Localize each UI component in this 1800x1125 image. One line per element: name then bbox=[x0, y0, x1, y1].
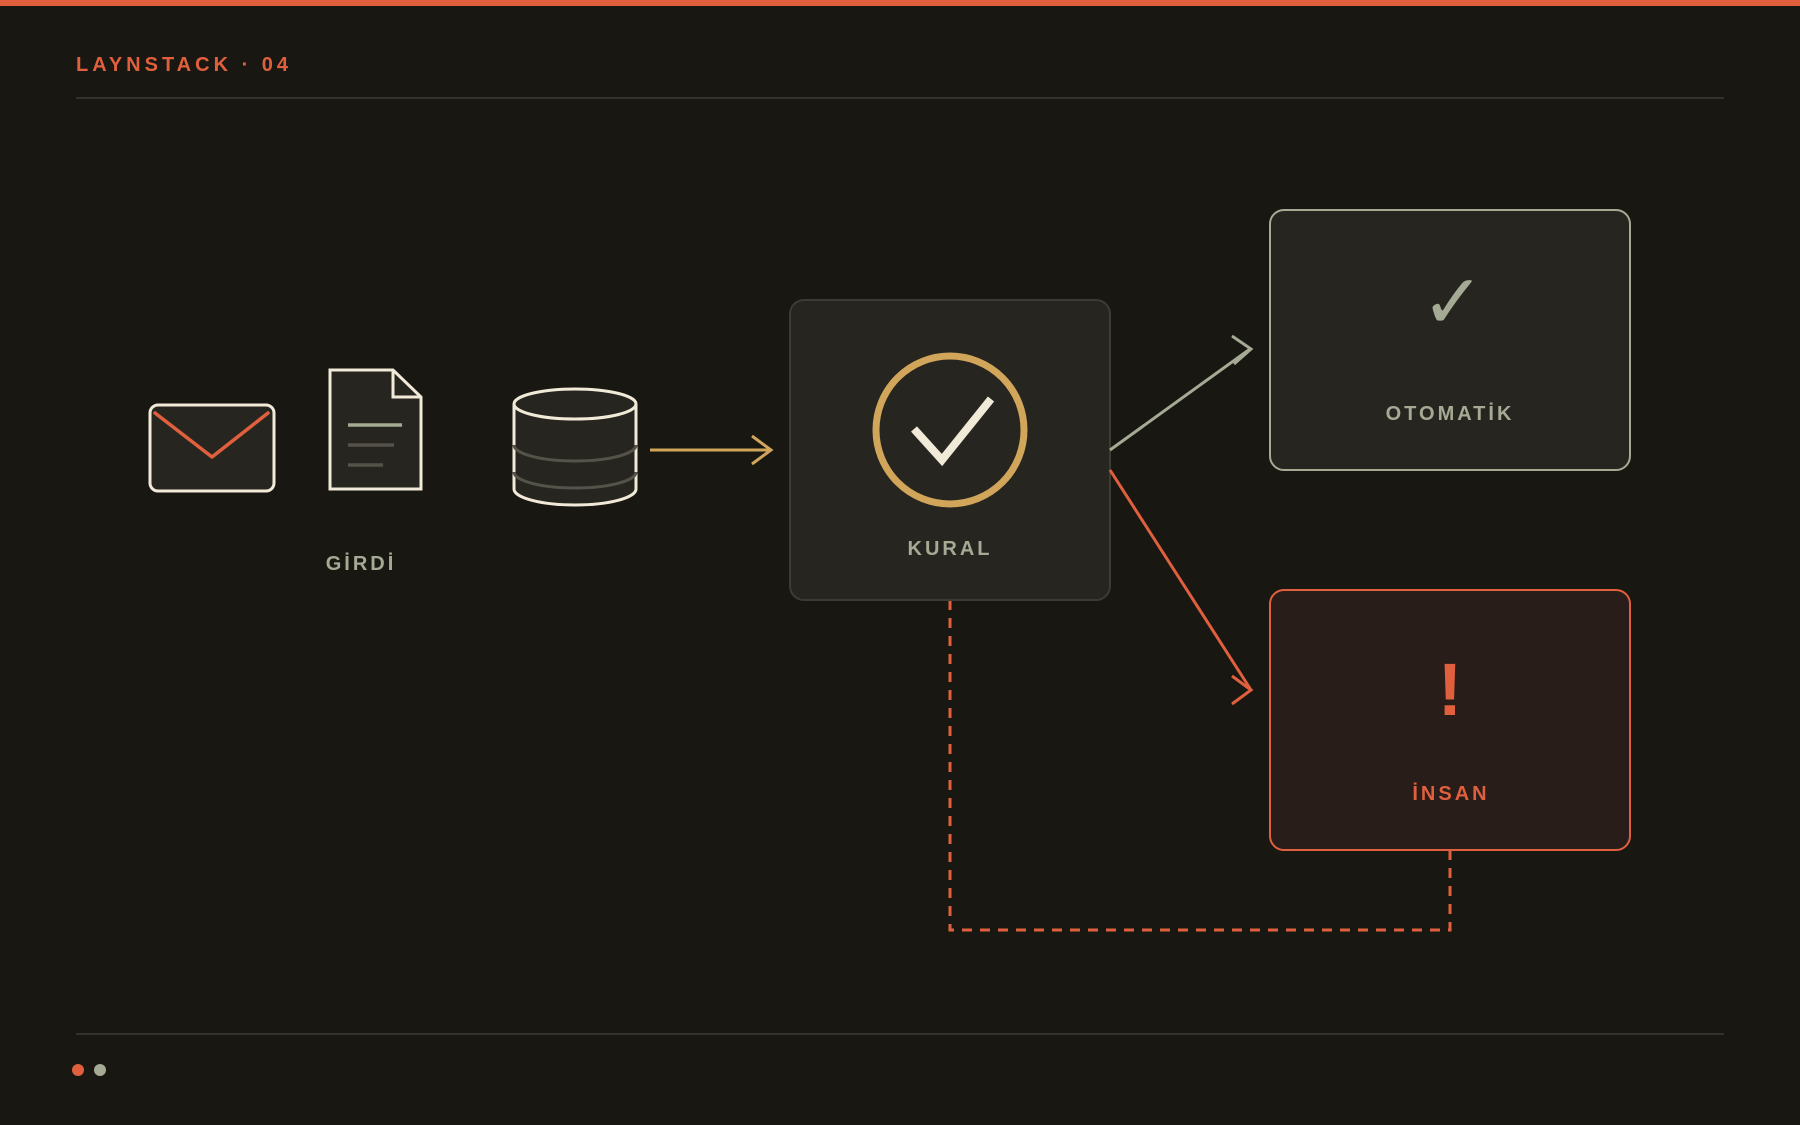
input-label: GİRDİ bbox=[326, 552, 397, 575]
document-icon bbox=[328, 368, 423, 491]
human-node: ! İNSAN bbox=[1269, 589, 1631, 851]
rule-label: KURAL bbox=[908, 538, 993, 560]
footer-divider bbox=[76, 1033, 1724, 1035]
input-to-rule-arrow bbox=[650, 434, 774, 466]
human-alert-icon: ! bbox=[1438, 648, 1463, 731]
rule-to-human-arrow bbox=[1108, 469, 1254, 706]
auto-node: ✓ OTOMATİK bbox=[1269, 209, 1631, 471]
pager-dot-active[interactable] bbox=[72, 1064, 84, 1076]
human-label: İNSAN bbox=[1412, 782, 1489, 805]
workflow-diagram: GİRDİ KURAL ✓ OTOMATİK ! İNSAN bbox=[148, 209, 1631, 932]
database-icon bbox=[512, 387, 638, 507]
rule-to-auto-arrow bbox=[1109, 334, 1254, 452]
envelope-icon bbox=[148, 403, 276, 493]
auto-label: OTOMATİK bbox=[1386, 402, 1515, 425]
rule-node: KURAL bbox=[789, 299, 1111, 601]
auto-check-icon: ✓ bbox=[1421, 257, 1485, 346]
pager-dot[interactable] bbox=[94, 1064, 106, 1076]
